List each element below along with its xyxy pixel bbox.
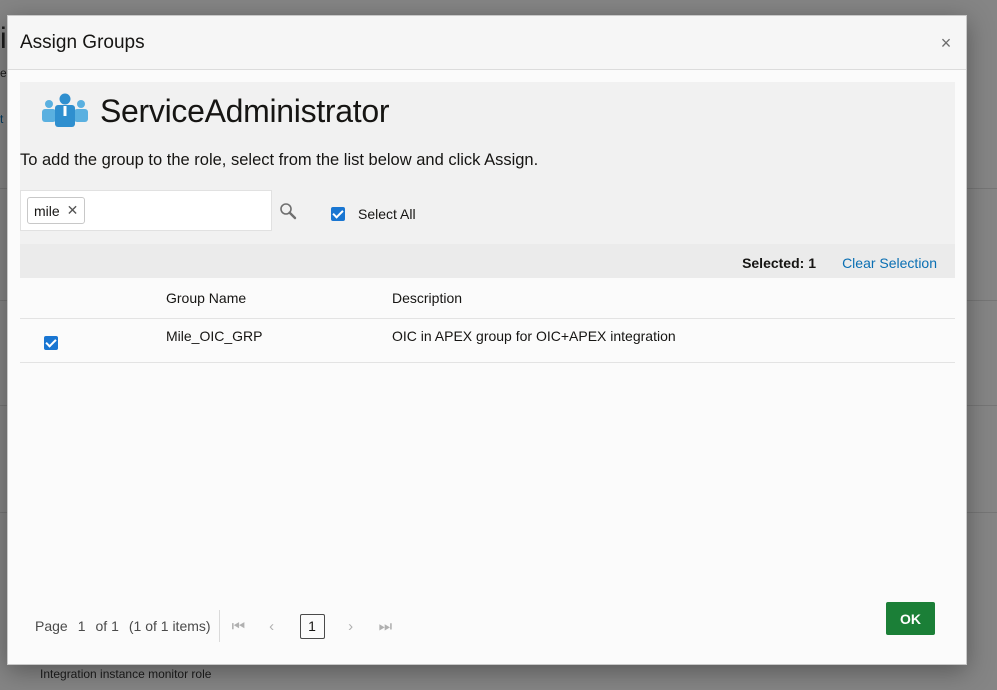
search-icon[interactable] (279, 202, 297, 220)
groups-table: Group Name Description Mile_OIC_GRP OIC … (20, 278, 955, 363)
instruction-text: To add the group to the role, select fro… (20, 151, 539, 169)
column-header-description: Description (392, 290, 463, 306)
dialog-header: Assign Groups × (8, 16, 966, 70)
dialog-title: Assign Groups (20, 32, 145, 53)
next-page-icon[interactable]: › (345, 618, 357, 635)
first-page-icon[interactable]: ⏮ (232, 618, 246, 635)
close-icon[interactable]: × (938, 34, 954, 52)
previous-page-icon[interactable]: ‹ (266, 618, 278, 635)
checkbox-checked-icon (331, 207, 345, 221)
clear-selection-link[interactable]: Clear Selection (842, 255, 937, 271)
role-name: ServiceAdministrator (100, 93, 390, 129)
chip-label: mile (34, 202, 60, 219)
page-total: of 1 (95, 618, 119, 634)
row-checkbox[interactable] (44, 336, 58, 350)
chip-remove-icon[interactable]: ✕ (67, 202, 79, 219)
column-header-group-name: Group Name (166, 290, 247, 306)
current-page-button[interactable]: 1 (299, 613, 325, 639)
search-filter-chip: mile ✕ (27, 197, 86, 224)
page-number: 1 (77, 618, 86, 634)
page-label: Page (35, 618, 68, 634)
select-all-checkbox[interactable]: Select All (331, 206, 416, 222)
description-cell: OIC in APEX group for OIC+APEX integrati… (392, 328, 676, 344)
select-all-label: Select All (358, 206, 416, 222)
group-users-icon (42, 93, 88, 127)
table-row[interactable]: Mile_OIC_GRP OIC in APEX group for OIC+A… (20, 319, 955, 363)
pager-divider (218, 610, 220, 642)
selection-bar: Selected: 1 Clear Selection (20, 244, 955, 278)
assign-groups-dialog: Assign Groups × ServiceAdministrator To … (7, 15, 967, 665)
selected-count: Selected: 1 (742, 255, 816, 271)
group-name-cell: Mile_OIC_GRP (166, 328, 263, 344)
last-page-icon[interactable]: ⏭ (379, 618, 393, 635)
ok-button[interactable]: OK (886, 602, 935, 635)
pagination: Page 1 of 1 (1 of 1 items) ⏮ ‹ 1 › ⏭ (35, 610, 413, 642)
group-search-input[interactable]: mile ✕ (20, 190, 272, 231)
items-count: (1 of 1 items) (128, 618, 211, 634)
table-header: Group Name Description (20, 278, 955, 319)
